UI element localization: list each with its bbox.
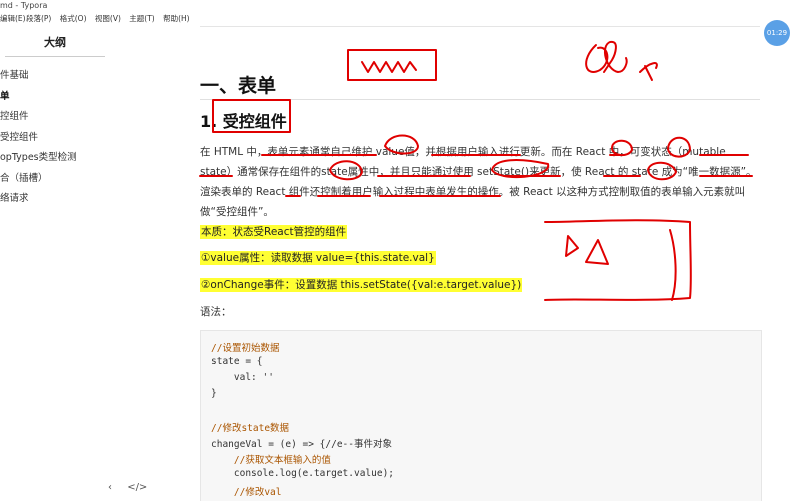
code-block[interactable]: //设置初始数据 state = { val: '' } //修改state数据…	[200, 330, 762, 501]
highlight-essence: 本质：状态受React管控的组件	[200, 225, 348, 239]
outline-title: 大纲	[44, 36, 66, 49]
window-title: md - Typora	[0, 1, 48, 10]
outline-item[interactable]: opTypes类型检测	[0, 148, 110, 169]
code-line: //设置初始数据	[211, 343, 280, 354]
code-line: //获取文本框输入的值	[211, 455, 331, 466]
code-line: changeVal = (e) => {//e--事件对象	[211, 439, 392, 450]
source-code-icon[interactable]: </>	[127, 482, 147, 493]
heading-2-text: 受控组件	[222, 112, 287, 131]
outline-item[interactable]: 受控组件	[0, 128, 110, 149]
annotation-bracket	[544, 219, 692, 301]
intro-paragraph: 在 HTML 中，表单元素通常自己维护 value值，并根据用户输入进行更新。而…	[200, 146, 757, 218]
heading-1: 一、表单	[200, 75, 277, 97]
menu-format[interactable]: 格式(O)	[60, 14, 87, 23]
annotation-scribble	[361, 61, 417, 73]
menu-edit[interactable]: 编辑(E)	[0, 14, 26, 23]
outline-item[interactable]: 件基础	[0, 66, 110, 87]
sidebar-footer: ‹ </>	[108, 482, 159, 493]
outline-divider	[5, 56, 105, 57]
code-line: state = {	[211, 356, 263, 367]
heading-rule	[200, 99, 760, 100]
annotation-triangles	[565, 235, 609, 265]
outline-item[interactable]: 控组件	[0, 107, 110, 128]
outline-item[interactable]: 单	[0, 87, 110, 108]
code-line: console.log(e.target.value);	[211, 468, 395, 479]
back-icon[interactable]: ‹	[108, 482, 112, 493]
outline-sidebar: 大纲 件基础 单 控组件 受控组件 opTypes类型检测 合（插槽） 络请求	[0, 26, 110, 500]
code-line: }	[211, 388, 217, 399]
highlight-onchange: ②onChange事件：设置数据 this.setState({val:e.ta…	[200, 278, 523, 292]
top-divider	[200, 26, 760, 27]
syntax-label: 语法：	[200, 306, 232, 318]
code-line: //修改val	[211, 487, 282, 498]
heading-2-number: 1.	[200, 112, 218, 131]
code-line: //修改state数据	[211, 423, 290, 434]
annotation-stroke	[669, 229, 677, 301]
menu-view[interactable]: 视图(V)	[95, 14, 121, 23]
menu-bar: 编辑(E) 段落(P) 格式(O) 视图(V) 主题(T) 帮助(H)	[0, 12, 800, 26]
annotation-box	[347, 49, 437, 81]
recording-timer: 01:29	[764, 20, 790, 46]
outline-item[interactable]: 络请求	[0, 189, 110, 210]
annotation-handwriting	[585, 40, 628, 73]
outline-list: 件基础 单 控组件 受控组件 opTypes类型检测 合（插槽） 络请求	[0, 66, 110, 210]
heading-2: 1. 受控组件	[200, 108, 287, 132]
annotation-handwriting	[639, 62, 658, 81]
menu-theme[interactable]: 主题(T)	[129, 14, 154, 23]
menu-paragraph[interactable]: 段落(P)	[26, 14, 51, 23]
menu-help[interactable]: 帮助(H)	[163, 14, 190, 23]
outline-item[interactable]: 合（插槽）	[0, 169, 110, 190]
code-line: val: ''	[211, 372, 274, 383]
highlight-value-attr: ①value属性：读取数据 value={this.state.val}	[200, 251, 436, 265]
